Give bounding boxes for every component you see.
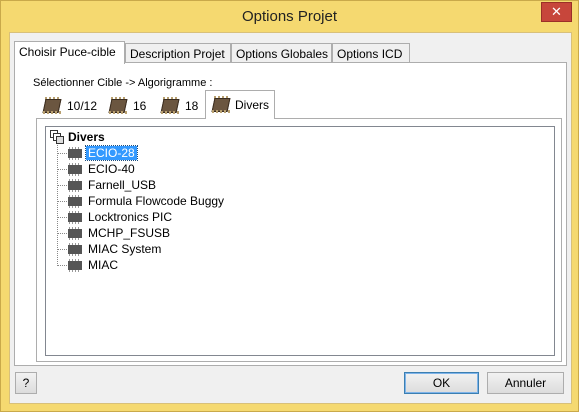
tree-item-label: MIAC System bbox=[88, 242, 162, 256]
tab-description-projet[interactable]: Description Projet bbox=[125, 43, 231, 63]
tree-item[interactable]: Locktronics PIC bbox=[57, 209, 174, 225]
ic-chip-icon bbox=[68, 258, 82, 272]
ic-chip-icon bbox=[68, 146, 82, 160]
tree-item-label: ECIO-40 bbox=[88, 162, 135, 176]
subtab-10-12[interactable]: 10/12 bbox=[37, 93, 102, 119]
tab-choisir-puce-cible[interactable]: Choisir Puce-cible bbox=[14, 41, 125, 64]
tree-item[interactable]: MIAC bbox=[57, 257, 120, 273]
tree-item-label: Formula Flowcode Buggy bbox=[88, 194, 225, 208]
subtab-panel-divers: Divers ECIO-28 ECIO-40 Farnell_USB Formu… bbox=[36, 118, 562, 362]
tree-item-label: Farnell_USB bbox=[88, 178, 157, 192]
tree-item[interactable]: Farnell_USB bbox=[57, 177, 158, 193]
close-button[interactable]: ✕ bbox=[541, 2, 572, 22]
subtab-16[interactable]: 16 bbox=[103, 93, 151, 119]
title-bar[interactable]: Options Projet ✕ bbox=[1, 1, 578, 33]
chip-icon bbox=[108, 97, 128, 115]
ic-chip-icon bbox=[68, 226, 82, 240]
ic-chip-icon bbox=[68, 178, 82, 192]
subtab-label: Divers bbox=[234, 98, 269, 112]
chip-icon bbox=[211, 96, 231, 114]
subtab-label: 16 bbox=[133, 99, 147, 113]
tree-root[interactable]: Divers bbox=[50, 129, 105, 145]
ic-chip-icon bbox=[68, 162, 82, 176]
chip-icon bbox=[160, 97, 180, 115]
subtab-divers[interactable]: Divers bbox=[205, 90, 275, 119]
ok-button[interactable]: OK bbox=[404, 372, 479, 394]
options-projet-dialog: Options Projet ✕ Choisir Puce-cible Desc… bbox=[0, 0, 579, 412]
ic-chip-icon bbox=[68, 242, 82, 256]
tree-item-label: ECIO-28 bbox=[85, 145, 138, 161]
tree-root-label: Divers bbox=[68, 130, 105, 144]
subtab-label: 18 bbox=[185, 99, 199, 113]
tab-options-globales[interactable]: Options Globales bbox=[231, 43, 332, 63]
tree-item-label: MCHP_FSUSB bbox=[88, 226, 171, 240]
tree-item-label: MIAC bbox=[88, 258, 118, 272]
cancel-button[interactable]: Annuler bbox=[487, 372, 564, 394]
tree-item[interactable]: MCHP_FSUSB bbox=[57, 225, 172, 241]
tree-item-label: Locktronics PIC bbox=[88, 210, 173, 224]
subtab-label: 10/12 bbox=[67, 99, 98, 113]
subtab-18[interactable]: 18 bbox=[155, 93, 203, 119]
tab-page-choisir-puce-cible: Sélectionner Cible -> Algorigramme : 10/… bbox=[14, 62, 567, 366]
tree-item[interactable]: MIAC System bbox=[57, 241, 163, 257]
ic-chip-icon bbox=[68, 194, 82, 208]
window-title: Options Projet bbox=[241, 8, 338, 25]
ic-chip-icon bbox=[68, 210, 82, 224]
tab-options-icd[interactable]: Options ICD bbox=[332, 43, 410, 63]
chip-icon bbox=[42, 97, 62, 115]
tree-item[interactable]: ECIO-28 bbox=[57, 145, 138, 161]
tree-item[interactable]: ECIO-40 bbox=[57, 161, 137, 177]
windows-stack-icon bbox=[50, 130, 64, 144]
tree-item[interactable]: Formula Flowcode Buggy bbox=[57, 193, 226, 209]
close-icon: ✕ bbox=[551, 4, 562, 19]
dialog-client-area: Choisir Puce-cible Description Projet Op… bbox=[9, 32, 572, 404]
section-label: Sélectionner Cible -> Algorigramme : bbox=[33, 77, 213, 89]
target-tree-view[interactable]: Divers ECIO-28 ECIO-40 Farnell_USB Formu… bbox=[45, 126, 555, 356]
help-button[interactable]: ? bbox=[15, 372, 37, 394]
